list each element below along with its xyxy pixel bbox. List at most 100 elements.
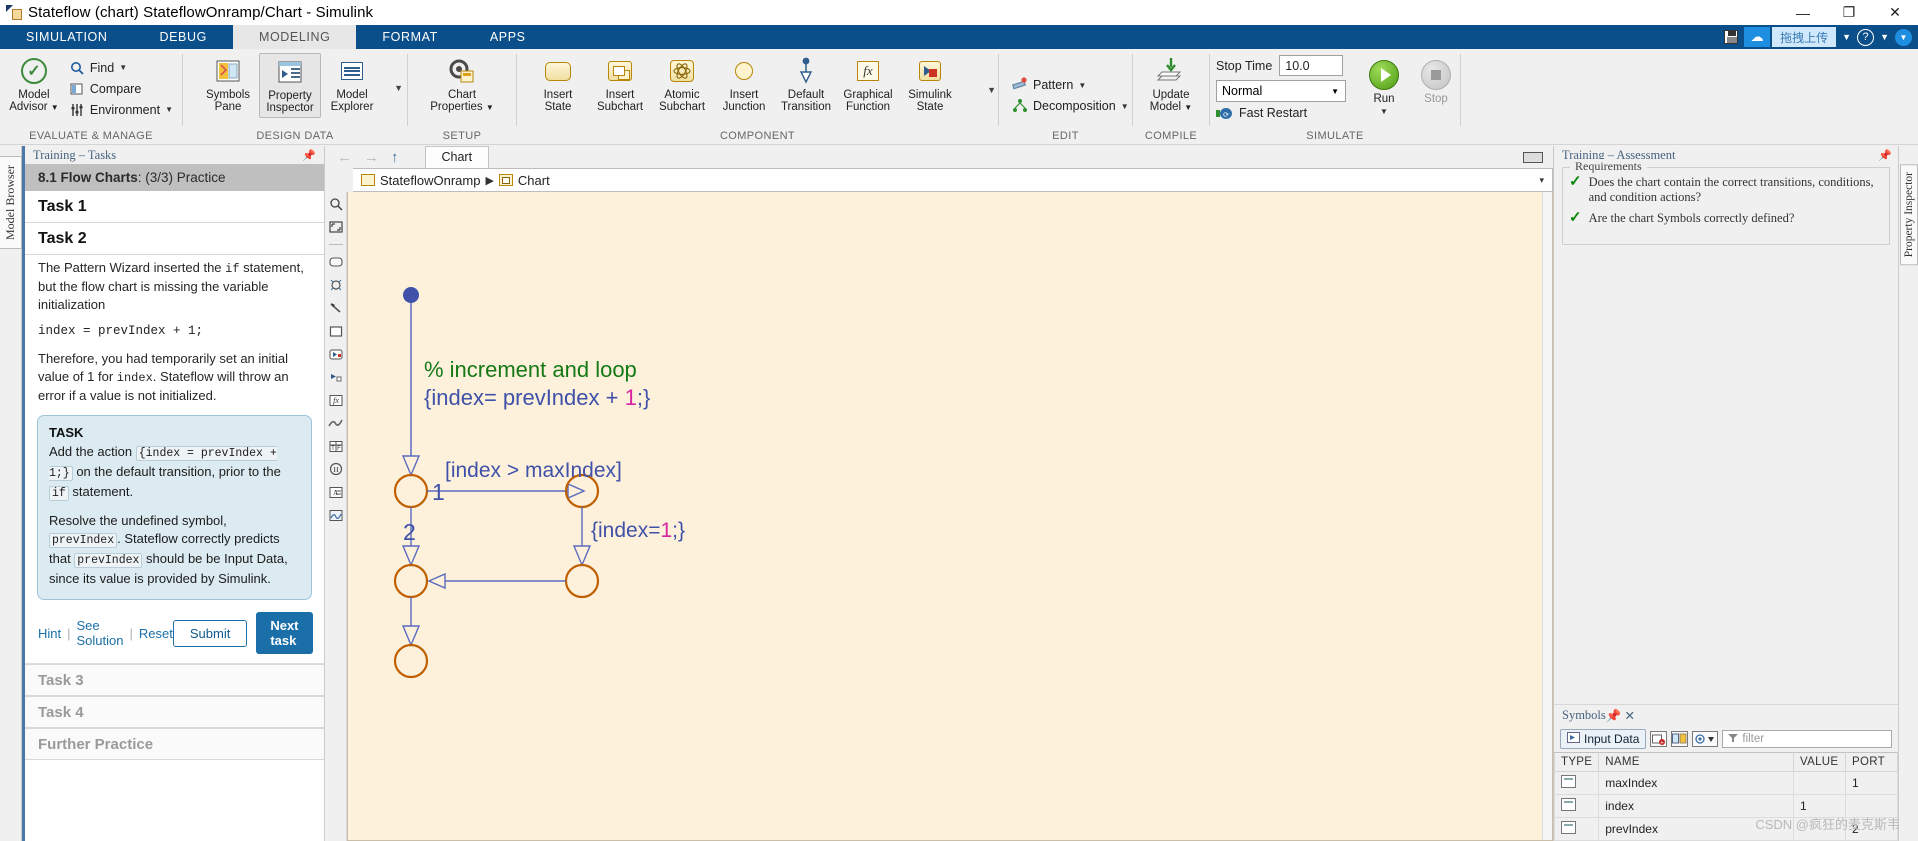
pin-icon[interactable]: 📌 xyxy=(1878,149,1892,162)
stop-time-input[interactable]: 10.0 xyxy=(1279,55,1344,76)
resolve-icon[interactable] xyxy=(1671,731,1689,747)
property-inspector-rail-label[interactable]: Property Inspector xyxy=(1899,164,1918,266)
column-type[interactable]: TYPE xyxy=(1553,752,1600,772)
arrow-up-icon[interactable]: ↑ xyxy=(391,149,399,166)
help-chevron-down-icon[interactable]: ▼ xyxy=(1876,32,1893,42)
state-icon[interactable] xyxy=(328,254,344,270)
model-browser-label[interactable]: Model Browser xyxy=(0,156,22,249)
insert-state-button[interactable]: Insert State xyxy=(527,53,589,116)
column-name[interactable]: NAME xyxy=(1598,752,1794,772)
fit-to-view-icon[interactable] xyxy=(328,196,344,212)
task-3-header[interactable]: Task 3 xyxy=(25,664,324,696)
save-icon[interactable] xyxy=(1720,27,1742,47)
editor-tab-chart[interactable]: Chart xyxy=(424,146,490,168)
reset-link[interactable]: Reset xyxy=(139,626,173,641)
tab-simulation[interactable]: SIMULATION xyxy=(0,25,133,49)
hint-link[interactable]: Hint xyxy=(38,626,61,641)
see-solution-link[interactable]: See Solution xyxy=(77,618,124,648)
close-icon[interactable]: ✕ xyxy=(1624,709,1634,723)
insert-junction-button[interactable]: Insert Junction xyxy=(713,53,775,116)
property-inspector-rail[interactable]: Property Inspector xyxy=(1898,146,1918,841)
symbol-value[interactable] xyxy=(1793,771,1846,795)
chevron-down-icon[interactable]: ▼ xyxy=(1121,102,1129,111)
cloud-upload-label[interactable]: 拖拽上传 xyxy=(1772,27,1837,47)
pin-icon[interactable]: 📌 xyxy=(302,149,316,162)
run-button[interactable]: Run ▼ xyxy=(1358,57,1410,119)
model-browser-rail[interactable]: Model Browser xyxy=(0,146,22,841)
symbol-name[interactable]: maxIndex xyxy=(1598,771,1794,795)
chevron-down-icon[interactable]: ▾ xyxy=(1539,175,1544,186)
function-call-icon[interactable] xyxy=(328,369,344,385)
view-options-icon[interactable] xyxy=(1692,731,1719,747)
keyboard-icon[interactable] xyxy=(1523,151,1543,163)
property-inspector-button[interactable]: Property Inspector xyxy=(259,53,321,118)
cloud-icon[interactable]: ☁ xyxy=(1744,27,1771,47)
box-icon[interactable] xyxy=(328,323,344,339)
model-explorer-button[interactable]: Model Explorer xyxy=(321,53,383,116)
component-more-icon[interactable]: ▼ xyxy=(987,85,996,95)
next-task-button[interactable]: Next task xyxy=(256,612,313,654)
decomposition-button[interactable]: Decomposition ▼ xyxy=(1009,96,1132,117)
column-port[interactable]: PORT xyxy=(1845,752,1898,772)
simulink-function-icon[interactable] xyxy=(328,346,344,362)
stop-button[interactable]: Stop xyxy=(1410,57,1462,108)
breadcrumb-item-model[interactable]: StateflowOnramp xyxy=(380,173,480,188)
insert-subchart-button[interactable]: Insert Subchart xyxy=(589,53,651,116)
annotation-icon[interactable]: A xyxy=(328,484,344,500)
run-chevron-down-icon[interactable]: ▼ xyxy=(1380,107,1388,116)
close-button[interactable]: ✕ xyxy=(1872,0,1918,25)
default-transition-button[interactable]: Default Transition xyxy=(775,53,837,116)
help-icon[interactable]: ? xyxy=(1857,28,1875,46)
pin-icon[interactable]: 📌 xyxy=(1606,709,1622,723)
canvas-scrollbar-vertical[interactable] xyxy=(1542,192,1552,840)
tab-modeling[interactable]: MODELING xyxy=(232,25,357,49)
add-data-icon[interactable]: + xyxy=(1650,731,1668,747)
simulink-state-button[interactable]: Simulink State xyxy=(899,53,961,116)
chevron-down-icon[interactable]: ▼ xyxy=(165,105,173,114)
minimize-button[interactable]: — xyxy=(1780,0,1826,25)
tab-debug[interactable]: DEBUG xyxy=(133,25,232,49)
table-row[interactable]: maxIndex 1 xyxy=(1553,771,1898,795)
update-model-button[interactable]: Update Model ▼ xyxy=(1139,53,1203,117)
history-icon[interactable]: H xyxy=(328,461,344,477)
further-practice-header[interactable]: Further Practice xyxy=(25,728,324,760)
arrow-right-icon[interactable]: → xyxy=(364,149,379,166)
scope-icon[interactable] xyxy=(328,507,344,523)
restore-button[interactable]: ❐ xyxy=(1826,0,1872,25)
chart-properties-button[interactable]: Chart Properties ▼ xyxy=(419,53,505,117)
submit-button[interactable]: Submit xyxy=(172,619,248,647)
tab-format[interactable]: FORMAT xyxy=(356,25,463,49)
junction-icon[interactable] xyxy=(328,277,344,293)
input-data-button[interactable]: Input Data xyxy=(1560,729,1647,749)
environment-button[interactable]: Environment ▼ xyxy=(66,99,176,120)
task-4-header[interactable]: Task 4 xyxy=(25,696,324,728)
matlab-function-icon[interactable] xyxy=(328,415,344,431)
compare-button[interactable]: Compare xyxy=(66,78,176,99)
column-value[interactable]: VALUE xyxy=(1793,752,1846,772)
symbol-port[interactable]: 1 xyxy=(1845,771,1898,795)
pattern-button[interactable]: Pattern ▼ xyxy=(1009,75,1089,96)
symbols-filter-input[interactable]: filter xyxy=(1722,730,1892,748)
function-icon[interactable]: fx xyxy=(328,392,344,408)
tab-apps[interactable]: APPS xyxy=(464,25,552,49)
task-2-header[interactable]: Task 2 xyxy=(25,223,324,255)
arrow-left-icon[interactable]: ← xyxy=(337,149,352,166)
more-icon[interactable]: ▼ xyxy=(1895,28,1912,46)
model-advisor-button[interactable]: ✓ Model Advisor ▼ xyxy=(6,53,62,117)
chevron-down-icon[interactable]: ▼ xyxy=(1078,81,1086,90)
transition-icon[interactable] xyxy=(328,300,344,316)
breadcrumb-item-chart[interactable]: Chart xyxy=(518,173,550,188)
find-button[interactable]: Find ▼ xyxy=(66,57,176,78)
design-data-more-icon[interactable]: ▼ xyxy=(394,83,403,93)
chevron-down-icon[interactable]: ▼ xyxy=(1838,32,1855,42)
symbols-pane-button[interactable]: Symbols Pane xyxy=(197,53,259,116)
task-1-header[interactable]: Task 1 xyxy=(25,191,324,223)
stateflow-canvas[interactable]: % increment and loop {index= prevIndex +… xyxy=(347,192,1553,841)
simulation-mode-select[interactable]: Normal ▼ xyxy=(1216,80,1346,102)
atomic-subchart-button[interactable]: Atomic Subchart xyxy=(651,53,713,116)
graphical-function-button[interactable]: fx Graphical Function xyxy=(837,53,899,116)
chevron-down-icon[interactable]: ▼ xyxy=(119,63,127,72)
fast-restart-label[interactable]: Fast Restart xyxy=(1239,106,1307,120)
truth-table-icon[interactable]: TF xyxy=(328,438,344,454)
expand-icon[interactable] xyxy=(328,219,344,235)
